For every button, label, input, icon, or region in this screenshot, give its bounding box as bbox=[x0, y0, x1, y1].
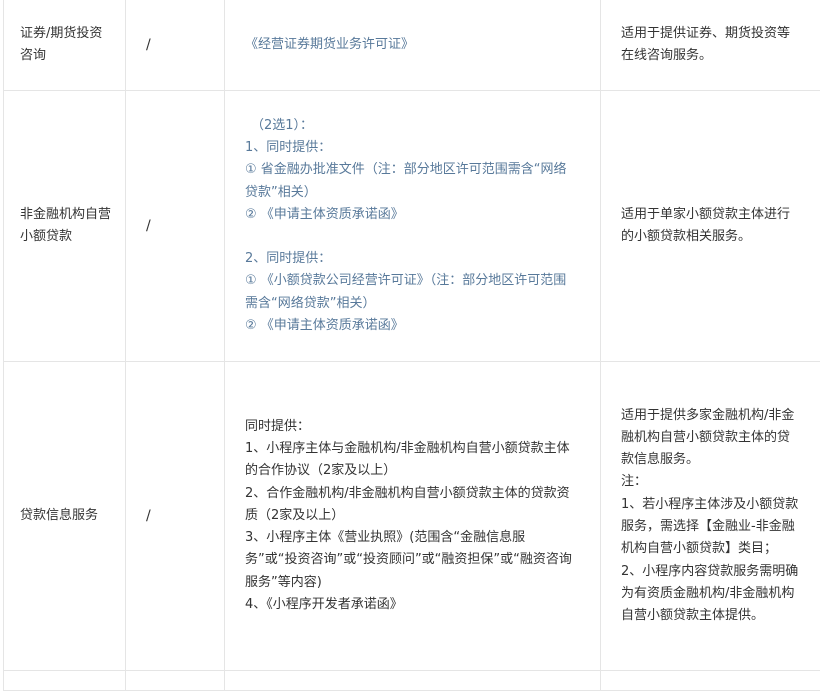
material-line: 1、小程序主体与金融机构/非金融机构自营小额贷款主体的合作协议（2家及以上） bbox=[245, 438, 575, 483]
materials-cell: （2选1）： 1、同时提供： ① 省金融办批准文件（注：部分地区许可范围需含“网… bbox=[225, 91, 601, 362]
scope-cell: 适用于提供证券、期货投资等在线咨询服务。 bbox=[601, 0, 820, 91]
category-cell: 非金融机构自营小额贷款 bbox=[4, 91, 126, 362]
material-line: ① 省金融办批准文件（注：部分地区许可范围需含“网络贷款”相关） bbox=[245, 159, 575, 204]
slash-cell: / bbox=[126, 362, 225, 671]
material-line: ② 《申请主体资质承诺函》 bbox=[245, 315, 575, 337]
category-cell: 证券/期货投资咨询 bbox=[4, 0, 126, 91]
slash-cell: / bbox=[126, 91, 225, 362]
material-line: 3、小程序主体《营业执照》(范围含“金融信息服务”或“投资咨询”或“投资顾问”或… bbox=[245, 527, 575, 594]
scope-cell: 适用于提供多家金融机构/非金融机构自营小额贷款主体的贷款信息服务。 注： 1、若… bbox=[601, 362, 820, 671]
scope-line: 注： bbox=[621, 471, 801, 493]
material-line: 同时提供： bbox=[245, 416, 575, 438]
table-row: 证券/期货投资咨询 / 《经营证券期货业务许可证》 适用于提供证券、期货投资等在… bbox=[4, 0, 820, 91]
material-line: ① 《小额贷款公司经营许可证》（注：部分地区许可范围需含“网络贷款”相关） bbox=[245, 270, 575, 315]
material-line: 《经营证券期货业务许可证》 bbox=[245, 34, 588, 56]
category-cell: 贷款信息服务 bbox=[4, 362, 126, 671]
table-row: 非金融机构自营小额贷款 / （2选1）： 1、同时提供： ① 省金融办批准文件（… bbox=[4, 91, 820, 362]
slash-cell: / bbox=[126, 0, 225, 91]
material-line: 4、《小程序开发者承诺函》 bbox=[245, 594, 575, 616]
material-line: ② 《申请主体资质承诺函》 bbox=[245, 204, 575, 226]
scope-line: 2、小程序内容贷款服务需明确为有资质金融机构/非金融机构自营小额贷款主体提供。 bbox=[621, 561, 801, 628]
table-row: 贷款信息服务 / 同时提供： 1、小程序主体与金融机构/非金融机构自营小额贷款主… bbox=[4, 362, 820, 671]
materials-cell: 同时提供： 1、小程序主体与金融机构/非金融机构自营小额贷款主体的合作协议（2家… bbox=[225, 362, 601, 671]
materials-cell: 《经营证券期货业务许可证》 bbox=[225, 0, 601, 91]
material-line: 2、同时提供： bbox=[245, 248, 575, 270]
qualification-table: 证券/期货投资咨询 / 《经营证券期货业务许可证》 适用于提供证券、期货投资等在… bbox=[3, 0, 820, 691]
material-line: 2、合作金融机构/非金融机构自营小额贷款主体的贷款资质（2家及以上） bbox=[245, 483, 575, 528]
material-line: （2选1）： bbox=[245, 115, 575, 137]
scope-cell: 适用于单家小额贷款主体进行的小额贷款相关服务。 bbox=[601, 91, 820, 362]
scope-line: 1、若小程序主体涉及小额贷款服务，需选择【金融业-非金融机构自营小额贷款】类目； bbox=[621, 494, 801, 561]
spacer bbox=[245, 226, 575, 248]
material-line: 1、同时提供： bbox=[245, 137, 575, 159]
scope-line: 适用于提供多家金融机构/非金融机构自营小额贷款主体的贷款信息服务。 bbox=[621, 405, 801, 472]
